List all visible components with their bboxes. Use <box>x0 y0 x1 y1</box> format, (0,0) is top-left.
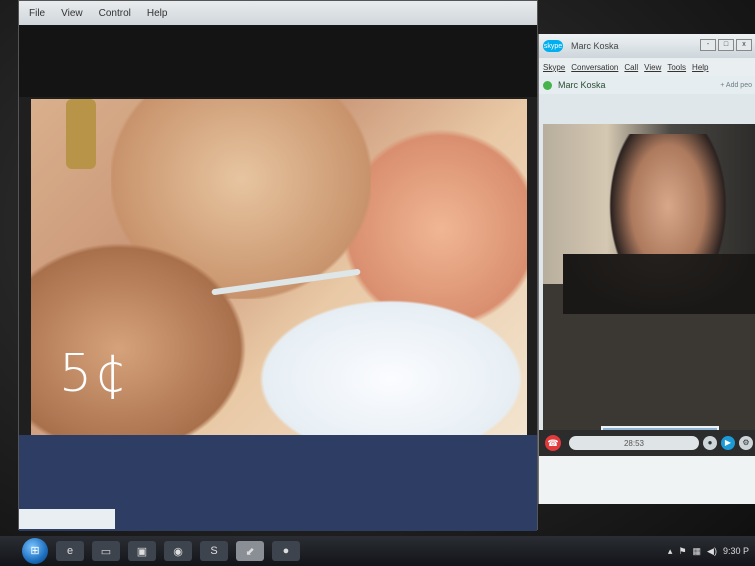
skype-window: skype Marc Koska - □ x Skype Conversatio… <box>538 34 755 504</box>
watch-image <box>66 99 96 169</box>
pdf-icon[interactable]: ⬋ <box>236 541 264 561</box>
contact-header: Marc Koska + Add peo <box>539 76 755 94</box>
menu-view[interactable]: View <box>61 8 83 19</box>
contact-name[interactable]: Marc Koska <box>558 80 606 90</box>
window-controls: - □ x <box>700 39 752 51</box>
ie-icon[interactable]: e <box>56 541 84 561</box>
player-black-bar <box>19 25 537 97</box>
flag-icon[interactable]: ⚑ <box>678 546 686 557</box>
remote-video <box>543 124 755 454</box>
menu-file[interactable]: File <box>29 8 45 19</box>
start-button[interactable]: ⊞ <box>22 538 48 564</box>
network-icon[interactable]: ▦ <box>693 546 702 557</box>
call-toolbar: ☎ 28:53 ● ▶ ⚙ <box>539 430 755 456</box>
clock[interactable]: 9:30 P <box>723 546 749 556</box>
close-button[interactable]: x <box>736 39 752 51</box>
skype-menubar: Skype Conversation Call View Tools Help <box>539 58 755 76</box>
menu-control[interactable]: Control <box>99 8 131 19</box>
menu-conversation[interactable]: Conversation <box>571 63 618 72</box>
skype-icon[interactable]: S <box>200 541 228 561</box>
mic-icon[interactable]: ● <box>703 436 717 450</box>
menu-help[interactable]: Help <box>147 8 168 19</box>
menu-skype[interactable]: Skype <box>543 63 565 72</box>
video-frame[interactable]: 5¢ <box>31 99 527 435</box>
video-icon[interactable]: ▶ <box>721 436 735 450</box>
online-status-icon <box>543 80 552 90</box>
price-overlay: 5¢ <box>59 344 130 404</box>
player-status-strip <box>19 509 115 529</box>
explorer-icon[interactable]: ▭ <box>92 541 120 561</box>
menu-view[interactable]: View <box>644 63 661 72</box>
menu-call[interactable]: Call <box>624 63 638 72</box>
menu-tools[interactable]: Tools <box>667 63 686 72</box>
skype-logo-icon: skype <box>543 40 563 52</box>
system-tray: ▴ ⚑ ▦ ◀) 9:30 P <box>668 536 749 566</box>
chrome-icon[interactable]: ◉ <box>164 541 192 561</box>
skype-window-title: Marc Koska <box>571 41 619 51</box>
tray-arrow-icon[interactable]: ▴ <box>668 546 673 557</box>
call-timer: 28:53 <box>569 436 699 450</box>
add-people-button[interactable]: + Add peo <box>720 82 752 89</box>
hangup-icon[interactable]: ☎ <box>545 435 561 451</box>
caller-body <box>563 254 755 314</box>
volume-icon[interactable]: ◀) <box>707 546 717 557</box>
minimize-button[interactable]: - <box>700 39 716 51</box>
skype-titlebar: skype Marc Koska - □ x <box>539 34 755 58</box>
windows-taskbar: ⊞ e ▭ ▣ ◉ S ⬋ ● ▴ ⚑ ▦ ◀) 9:30 P <box>0 536 755 566</box>
media-icon[interactable]: ▣ <box>128 541 156 561</box>
hand-image <box>31 239 251 435</box>
player-menubar: File View Control Help <box>19 1 537 25</box>
blanket-image <box>241 289 527 435</box>
menu-help[interactable]: Help <box>692 63 708 72</box>
skype-footer <box>539 456 755 504</box>
maximize-button[interactable]: □ <box>718 39 734 51</box>
media-player-window: File View Control Help 5¢ <box>18 0 538 531</box>
settings-icon[interactable]: ⚙ <box>739 436 753 450</box>
record-icon[interactable]: ● <box>272 541 300 561</box>
